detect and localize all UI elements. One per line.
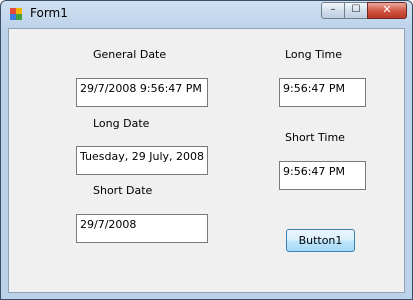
long-date-label: Long Date xyxy=(93,117,150,130)
general-date-textbox[interactable]: 29/7/2008 9:56:47 PM xyxy=(76,78,208,107)
form-client-area: General Date 29/7/2008 9:56:47 PM Long D… xyxy=(8,28,405,293)
form-icon xyxy=(10,8,22,20)
short-date-textbox[interactable]: 29/7/2008 xyxy=(76,214,208,243)
long-time-textbox[interactable]: 9:56:47 PM xyxy=(279,78,366,107)
app-window: Form1 – ☐ ✕ General Date 29/7/2008 9:56:… xyxy=(0,0,413,300)
window-title: Form1 xyxy=(30,6,68,20)
general-date-label: General Date xyxy=(93,48,167,61)
short-time-textbox[interactable]: 9:56:47 PM xyxy=(279,161,366,190)
long-time-label: Long Time xyxy=(285,48,343,61)
maximize-button[interactable]: ☐ xyxy=(344,2,368,19)
close-button[interactable]: ✕ xyxy=(367,2,407,19)
button1[interactable]: Button1 xyxy=(286,229,355,252)
short-date-label: Short Date xyxy=(93,184,153,197)
short-time-label: Short Time xyxy=(285,131,345,144)
title-bar[interactable]: Form1 – ☐ ✕ xyxy=(1,1,412,27)
long-date-textbox[interactable]: Tuesday, 29 July, 2008 xyxy=(76,146,208,175)
minimize-button[interactable]: – xyxy=(321,2,345,19)
